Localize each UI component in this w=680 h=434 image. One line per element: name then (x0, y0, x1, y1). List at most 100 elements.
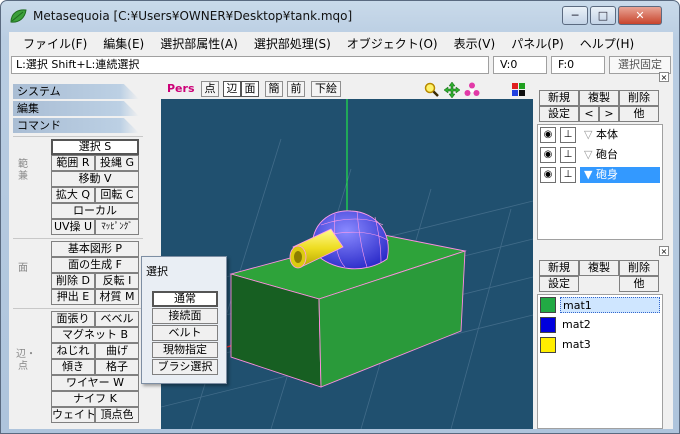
section-command[interactable]: コマンド (13, 118, 139, 133)
status-row: L:選択 Shift+L:連続選択 V:0 F:0 選択固定 (9, 55, 673, 75)
menu-help[interactable]: ヘルプ(H) (572, 35, 642, 52)
delete-command-button[interactable]: 削除 D (51, 273, 95, 289)
flip-command-button[interactable]: 反転 I (95, 273, 139, 289)
material-command-button[interactable]: 材質 M (95, 289, 139, 305)
maximize-button[interactable]: □ (590, 6, 616, 25)
menu-view[interactable]: 表示(V) (446, 35, 504, 52)
lasso-command-button[interactable]: 投縄 G (95, 155, 139, 171)
material-name: mat2 (562, 318, 591, 331)
lattice-command-button[interactable]: 格子 (95, 359, 139, 375)
command-group-edge: 辺・点 面張り ベベル マグネット B ねじれ 曲げ 傾き 格子 ワイヤー W … (13, 308, 143, 429)
object-new-button[interactable]: 新規 (539, 90, 579, 106)
section-system[interactable]: システム (13, 84, 139, 99)
extrude-command-button[interactable]: 押出 E (51, 289, 95, 305)
bend-command-button[interactable]: 曲げ (95, 343, 139, 359)
material-delete-button[interactable]: 削除 (619, 260, 659, 276)
lock-icon[interactable]: ⊥ (560, 127, 576, 143)
menu-object[interactable]: オブジェクト(O) (339, 35, 446, 52)
menu-bar: ファイル(F) 編集(E) 選択部属性(A) 選択部処理(S) オブジェクト(O… (9, 32, 673, 54)
object-delete-button[interactable]: 削除 (619, 90, 659, 106)
object-row[interactable]: ◉ ⊥ ▽ 砲台 (538, 145, 662, 165)
menu-file[interactable]: ファイル(F) (15, 35, 95, 52)
range-command-button[interactable]: 範囲 R (51, 155, 95, 171)
face-create-command-button[interactable]: 面の生成 F (51, 257, 139, 273)
rotate-icon[interactable] (464, 82, 480, 98)
local-command-button[interactable]: ローカル (51, 203, 139, 219)
object-row[interactable]: ◉ ⊥ ▽ 本体 (538, 125, 662, 145)
object-prev-button[interactable]: < (579, 106, 599, 122)
collapse-arrow-icon[interactable]: ▽ (584, 148, 596, 161)
material-row[interactable]: mat3 (538, 335, 662, 355)
mode-front-button[interactable]: 前 (287, 81, 305, 97)
move-command-button[interactable]: 移動 V (51, 171, 139, 187)
vertex-color-command-button[interactable]: 頂点色 (95, 407, 139, 423)
menu-panel[interactable]: パネル(P) (503, 35, 572, 52)
material-duplicate-button[interactable]: 複製 (579, 260, 619, 276)
title-bar[interactable]: Metasequoia [C:¥Users¥OWNER¥Desktop¥tank… (1, 1, 679, 31)
leaf-app-icon (10, 9, 27, 23)
barrel-bore (294, 251, 302, 263)
material-settings-button[interactable]: 設定 (539, 276, 579, 292)
material-swatch[interactable] (540, 317, 556, 333)
face-stretch-command-button[interactable]: 面張り (51, 311, 95, 327)
select-command-button[interactable]: 選択 S (51, 139, 139, 155)
select-normal-option[interactable]: 通常 (152, 291, 218, 307)
rotate-command-button[interactable]: 回転 C (95, 187, 139, 203)
select-specific-option[interactable]: 現物指定 (152, 342, 218, 358)
magnet-command-button[interactable]: マグネット B (51, 327, 139, 343)
mode-point-button[interactable]: 点 (201, 81, 219, 97)
zoom-icon[interactable] (424, 82, 440, 98)
minimize-button[interactable]: ─ (562, 6, 588, 25)
object-settings-button[interactable]: 設定 (539, 106, 579, 122)
close-button[interactable]: ✕ (618, 6, 662, 25)
object-duplicate-button[interactable]: 複製 (579, 90, 619, 106)
uv-command-button[interactable]: UV操 U (51, 219, 95, 235)
visibility-eye-icon[interactable]: ◉ (540, 127, 556, 143)
close-icon[interactable]: × (659, 246, 669, 256)
material-swatch[interactable] (540, 297, 556, 313)
mode-face-button[interactable]: 面 (241, 81, 259, 97)
material-other-button[interactable]: 他 (619, 276, 659, 292)
visibility-eye-icon[interactable]: ◉ (540, 167, 556, 183)
mapping-command-button[interactable]: ﾏｯﾋﾟﾝｸﾞ (95, 219, 139, 235)
mode-underlay-button[interactable]: 下絵 (311, 81, 341, 97)
color-icon[interactable] (512, 83, 525, 96)
menu-selection-attributes[interactable]: 選択部属性(A) (152, 35, 246, 52)
select-belt-option[interactable]: ベルト (152, 325, 218, 341)
visibility-eye-icon[interactable]: ◉ (540, 147, 556, 163)
select-connected-option[interactable]: 接続面 (152, 308, 218, 324)
projection-label[interactable]: Pers (167, 82, 195, 95)
material-row[interactable]: mat2 (538, 315, 662, 335)
object-name: ▽ 砲台 (580, 147, 660, 163)
select-brush-option[interactable]: ブラシ選択 (152, 359, 218, 375)
menu-edit[interactable]: 編集(E) (95, 35, 152, 52)
scale-command-button[interactable]: 拡大 Q (51, 187, 95, 203)
expand-arrow-icon[interactable]: ▼ (584, 168, 596, 181)
lock-icon[interactable]: ⊥ (560, 147, 576, 163)
command-panel: システム 編集 コマンド 範 兼 選択 S 範囲 R 投縄 G 移動 V 拡大 … (13, 80, 143, 429)
close-icon[interactable]: × (659, 72, 669, 82)
group-label-edge: 辺・点 (16, 349, 36, 372)
material-row[interactable]: mat1 (538, 295, 662, 315)
object-row[interactable]: ◉ ⊥ ▼ 砲身 (538, 165, 662, 185)
weight-command-button[interactable]: ウェイト (51, 407, 95, 423)
window-title: Metasequoia [C:¥Users¥OWNER¥Desktop¥tank… (33, 9, 353, 23)
material-name: mat1 (560, 297, 660, 313)
primitive-command-button[interactable]: 基本図形 P (51, 241, 139, 257)
pan-icon[interactable] (444, 82, 460, 98)
material-swatch[interactable] (540, 337, 556, 353)
wire-command-button[interactable]: ワイヤー W (51, 375, 139, 391)
mode-simple-button[interactable]: 簡 (265, 81, 283, 97)
material-new-button[interactable]: 新規 (539, 260, 579, 276)
object-next-button[interactable]: > (599, 106, 619, 122)
bevel-command-button[interactable]: ベベル (95, 311, 139, 327)
section-edit[interactable]: 編集 (13, 101, 139, 116)
menu-selection-process[interactable]: 選択部処理(S) (246, 35, 339, 52)
knife-command-button[interactable]: ナイフ K (51, 391, 139, 407)
object-other-button[interactable]: 他 (619, 106, 659, 122)
twist-command-button[interactable]: ねじれ (51, 343, 95, 359)
collapse-arrow-icon[interactable]: ▽ (584, 128, 596, 141)
lock-icon[interactable]: ⊥ (560, 167, 576, 183)
tilt-command-button[interactable]: 傾き (51, 359, 95, 375)
mode-edge-button[interactable]: 辺 (223, 81, 241, 97)
